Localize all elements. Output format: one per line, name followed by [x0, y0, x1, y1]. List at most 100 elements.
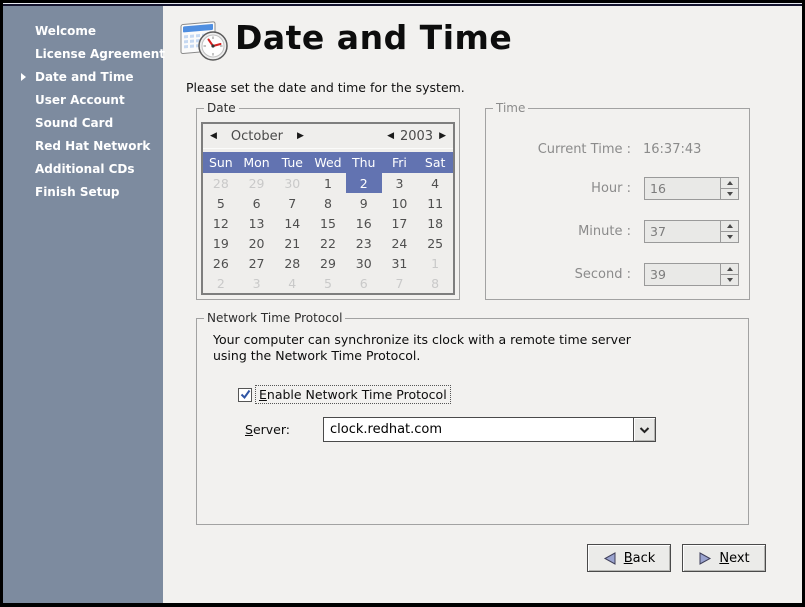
hour-spinbox[interactable]: 16 — [644, 177, 739, 200]
second-spin-up-button[interactable] — [721, 264, 738, 274]
calendar-day[interactable]: 22 — [310, 233, 346, 253]
calendar-day[interactable]: 28 — [274, 253, 310, 273]
next-button[interactable]: Next — [682, 544, 766, 572]
next-month-arrow-icon[interactable]: ▶ — [297, 132, 304, 141]
sidebar-item-label: Date and Time — [35, 66, 163, 89]
calendar-day[interactable]: 8 — [417, 273, 453, 293]
server-combobox: clock.redhat.com — [323, 417, 656, 442]
calendar-day[interactable]: 1 — [417, 253, 453, 273]
next-year-arrow-icon[interactable]: ▶ — [439, 132, 446, 141]
sidebar-item-user-account[interactable]: User Account — [3, 89, 163, 112]
time-group: Time Current Time : 16:37:43 Hour :16Min… — [485, 108, 750, 300]
calendar-weekdays: SunMonTueWedThuFriSat — [203, 152, 453, 173]
minute-spinbox[interactable]: 37 — [644, 220, 739, 243]
sidebar-item-label: Sound Card — [35, 112, 163, 135]
hour-value: 16 — [645, 178, 720, 199]
hour-spin-down-button[interactable] — [721, 188, 738, 199]
calendar-day[interactable]: 4 — [274, 273, 310, 293]
second-label: Second : — [486, 267, 631, 282]
calendar-day[interactable]: 7 — [382, 273, 418, 293]
calendar-day[interactable]: 6 — [346, 273, 382, 293]
sidebar-item-additional-cds[interactable]: Additional CDs — [3, 158, 163, 181]
second-spin-down-button[interactable] — [721, 274, 738, 285]
time-group-label: Time — [493, 101, 528, 115]
current-time-label: Current Time : — [486, 142, 631, 157]
calendar-day[interactable]: 9 — [346, 193, 382, 213]
sidebar-item-license-agreement[interactable]: License Agreement — [3, 43, 163, 66]
calendar-day[interactable]: 23 — [346, 233, 382, 253]
calendar-day[interactable]: 14 — [274, 213, 310, 233]
calendar-day[interactable]: 5 — [310, 273, 346, 293]
calendar-day[interactable]: 3 — [382, 173, 418, 193]
server-input[interactable]: clock.redhat.com — [323, 417, 633, 442]
calendar-day[interactable]: 25 — [417, 233, 453, 253]
page-title: Date and Time — [235, 18, 512, 57]
main-panel: Date and Time Please set the date and ti… — [163, 6, 802, 603]
back-button[interactable]: Back — [587, 544, 671, 572]
calendar-day[interactable]: 7 — [274, 193, 310, 213]
calendar-weekday: Thu — [346, 155, 382, 170]
calendar-day[interactable]: 20 — [239, 233, 275, 253]
calendar-day[interactable]: 1 — [310, 173, 346, 193]
wizard-buttons: Back Next — [587, 544, 766, 572]
active-step-arrow-icon — [21, 73, 26, 81]
server-dropdown-button[interactable] — [633, 417, 656, 442]
sidebar-item-label: Additional CDs — [35, 158, 163, 181]
calendar-day[interactable]: 8 — [310, 193, 346, 213]
prev-month-arrow-icon[interactable]: ◀ — [210, 132, 217, 141]
calendar-day[interactable]: 30 — [346, 253, 382, 273]
prev-year-arrow-icon[interactable]: ◀ — [387, 132, 394, 141]
calendar-day[interactable]: 2 — [203, 273, 239, 293]
minute-spin-down-button[interactable] — [721, 231, 738, 242]
back-button-label: Back — [624, 551, 656, 566]
date-group: Date ◀ October ▶ ◀ 2003 ▶ SunMonTueWedTh… — [196, 108, 460, 300]
calendar-day[interactable]: 5 — [203, 193, 239, 213]
chevron-down-icon — [727, 192, 733, 196]
calendar-day[interactable]: 4 — [417, 173, 453, 193]
enable-ntp-checkbox[interactable] — [238, 388, 252, 402]
calendar-day[interactable]: 15 — [310, 213, 346, 233]
second-spinbox[interactable]: 39 — [644, 263, 739, 286]
calendar-day[interactable]: 6 — [239, 193, 275, 213]
calendar-day[interactable]: 21 — [274, 233, 310, 253]
calendar-day[interactable]: 29 — [239, 173, 275, 193]
calendar-day[interactable]: 10 — [382, 193, 418, 213]
calendar-day[interactable]: 11 — [417, 193, 453, 213]
enable-ntp-label[interactable]: Enable Network Time Protocol — [255, 385, 451, 404]
calendar-day[interactable]: 19 — [203, 233, 239, 253]
calendar-month: October — [231, 129, 283, 144]
calendar-weekday: Wed — [310, 155, 346, 170]
calendar-day[interactable]: 12 — [203, 213, 239, 233]
sidebar-item-sound-card[interactable]: Sound Card — [3, 112, 163, 135]
sidebar-item-welcome[interactable]: Welcome — [3, 20, 163, 43]
chevron-down-icon — [639, 426, 650, 434]
sidebar-item-label: Welcome — [35, 20, 163, 43]
sidebar-item-finish-setup[interactable]: Finish Setup — [3, 181, 163, 204]
hour-row: Hour :16 — [486, 177, 749, 200]
calendar-day[interactable]: 17 — [382, 213, 418, 233]
calendar-day[interactable]: 27 — [239, 253, 275, 273]
sidebar-item-red-hat-network[interactable]: Red Hat Network — [3, 135, 163, 158]
calendar-day[interactable]: 28 — [203, 173, 239, 193]
hour-spin-up-button[interactable] — [721, 178, 738, 188]
minute-spin-up-button[interactable] — [721, 221, 738, 231]
calendar-day[interactable]: 24 — [382, 233, 418, 253]
minute-label: Minute : — [486, 224, 631, 239]
sidebar-item-label: Finish Setup — [35, 181, 163, 204]
second-row: Second : 39 — [486, 263, 749, 286]
calendar-day[interactable]: 13 — [239, 213, 275, 233]
minute-value: 37 — [645, 221, 720, 242]
calendar-day[interactable]: 26 — [203, 253, 239, 273]
chevron-up-icon — [727, 224, 733, 228]
calendar-day[interactable]: 18 — [417, 213, 453, 233]
calendar-weekday: Sun — [203, 155, 239, 170]
calendar-clock-icon — [177, 14, 231, 66]
calendar-day[interactable]: 16 — [346, 213, 382, 233]
sidebar-item-date-and-time[interactable]: Date and Time — [3, 66, 163, 89]
calendar-day-selected[interactable]: 2 — [346, 173, 382, 193]
calendar-day[interactable]: 29 — [310, 253, 346, 273]
calendar-year: 2003 — [400, 129, 433, 144]
calendar-day[interactable]: 30 — [274, 173, 310, 193]
calendar-day[interactable]: 3 — [239, 273, 275, 293]
calendar-day[interactable]: 31 — [382, 253, 418, 273]
